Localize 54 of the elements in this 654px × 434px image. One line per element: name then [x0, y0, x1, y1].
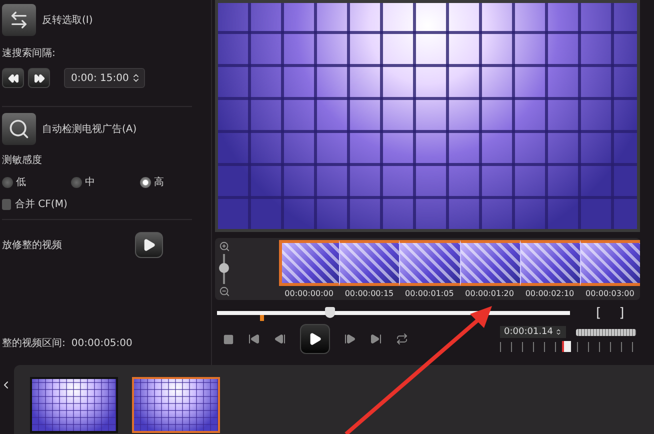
clip-thumbnail[interactable]	[132, 377, 220, 433]
sensitivity-radio[interactable]: 中	[71, 175, 134, 189]
trimmed-duration-value: 00:00:05:00	[71, 338, 132, 348]
frame-timecode: 00:00:01:05	[405, 289, 454, 298]
frame-thumbnail[interactable]	[520, 240, 580, 286]
detect-ads-label: 自动检测电视广告(A)	[42, 122, 137, 136]
zoom-in-icon[interactable]	[218, 241, 230, 252]
frame-timecode: 00:00:02:10	[525, 289, 574, 298]
merge-cf-checkbox[interactable]	[2, 198, 11, 210]
magnifier-icon[interactable]	[2, 113, 36, 145]
skip-forward-button[interactable]	[370, 333, 382, 345]
play-icon	[142, 238, 156, 252]
clip-thumbnail[interactable]	[30, 377, 118, 433]
rewind-icon	[8, 72, 18, 84]
invert-selection-label: 反转选取(I)	[42, 14, 93, 27]
sensitivity-radio[interactable]: 低	[2, 175, 65, 189]
rewind-button[interactable]	[2, 68, 24, 88]
frame-timecode: 00:00:00:00	[284, 289, 334, 298]
frame-timecode: 00:00:00:15	[344, 289, 394, 298]
frame-thumbnail[interactable]	[580, 240, 640, 286]
frame-thumbnail[interactable]	[279, 240, 340, 286]
scan-interval-label: 速搜索间隔:	[2, 46, 56, 60]
fast-forward-icon	[34, 72, 44, 84]
swap-arrows-icon[interactable]	[2, 4, 36, 36]
trimmed-duration-label: 整的视频区间:	[2, 336, 66, 350]
repeat-button[interactable]	[396, 333, 408, 345]
sensitivity-label: 测敏感度	[2, 154, 42, 167]
frame-timecode: 00:00:01:20	[465, 289, 514, 298]
step-back-button[interactable]	[274, 333, 286, 345]
play-trimmed-label: 放修整的视频	[2, 238, 62, 252]
interval-time-field[interactable]: 0:00: 15:00	[64, 68, 145, 88]
sensitivity-radio[interactable]: 高	[140, 175, 203, 189]
jog-wheel[interactable]	[576, 328, 636, 336]
play-icon	[308, 332, 322, 346]
zoom-out-icon[interactable]	[218, 286, 230, 297]
stop-button[interactable]	[223, 334, 234, 344]
merge-cf-label: 合并 CF(M)	[15, 198, 68, 211]
frame-thumbnail[interactable]	[460, 240, 520, 286]
mark-in-button[interactable]: [	[596, 306, 602, 320]
fast-forward-button[interactable]	[28, 68, 50, 88]
frame-thumbnail[interactable]	[399, 240, 460, 286]
play-video-button[interactable]	[135, 232, 163, 258]
scrub-thumb[interactable]	[324, 307, 335, 318]
skip-back-button[interactable]	[248, 333, 260, 345]
frame-thumbnail[interactable]	[339, 240, 400, 286]
spinner-icon[interactable]	[130, 73, 141, 83]
step-forward-button[interactable]	[344, 333, 356, 345]
mark-out-button[interactable]: ]	[619, 306, 624, 320]
trim-marker[interactable]	[260, 315, 264, 321]
play-button[interactable]	[300, 324, 330, 354]
spinner-icon[interactable]	[555, 328, 562, 336]
zoom-slider-thumb[interactable]	[219, 262, 229, 272]
timecode-field[interactable]: 0:00:01.14	[500, 326, 566, 338]
frame-timecode: 00:00:03:00	[586, 289, 634, 298]
